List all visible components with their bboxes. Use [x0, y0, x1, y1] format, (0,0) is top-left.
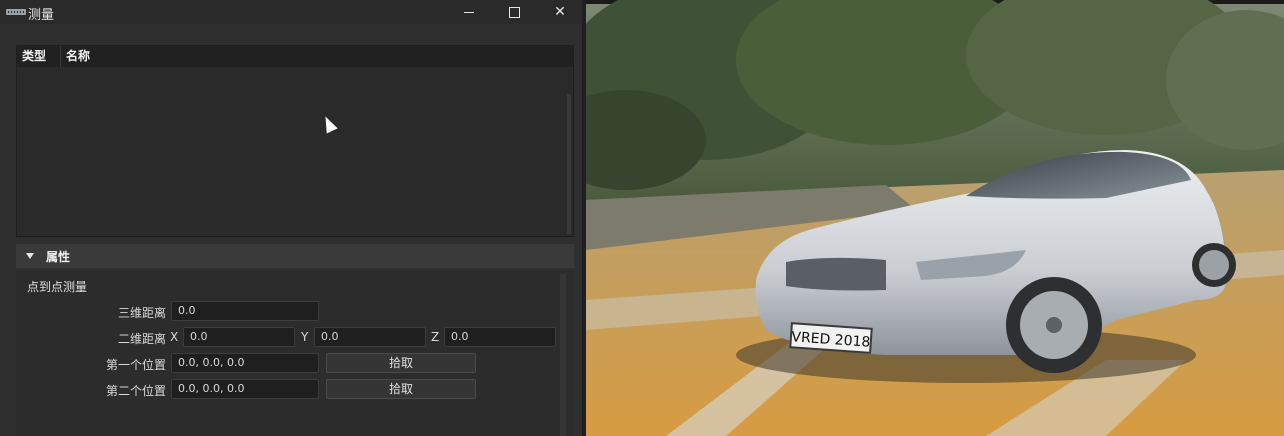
- properties-panel: 点到点测量 三维距离 0.0 二维距离 X 0.0 Y 0.0 Z 0.0 第一…: [16, 270, 574, 436]
- close-button[interactable]: ✕: [537, 0, 583, 24]
- window-title: 测量: [28, 8, 55, 23]
- first-position-label: 第一个位置: [105, 358, 166, 372]
- measurements-table[interactable]: 类型 名称: [16, 45, 574, 237]
- second-position-label: 第二个位置: [105, 384, 166, 398]
- ruler-icon: [6, 9, 26, 15]
- minimize-button[interactable]: [446, 0, 492, 24]
- column-type[interactable]: 类型: [17, 46, 61, 67]
- first-position-field[interactable]: 0.0, 0.0, 0.0: [171, 353, 319, 373]
- pick-first-button[interactable]: 拾取: [326, 353, 476, 373]
- y-field[interactable]: 0.0: [314, 327, 426, 347]
- second-position-field[interactable]: 0.0, 0.0, 0.0: [171, 379, 319, 399]
- table-scrollbar[interactable]: [567, 94, 571, 234]
- distance-3d-field[interactable]: 0.0: [171, 301, 319, 321]
- y-axis-label: Y: [301, 330, 309, 344]
- pick-second-button[interactable]: 拾取: [326, 379, 476, 399]
- distance-2d-label: 二维距离: [117, 332, 166, 346]
- point-to-point-label: 点到点测量: [27, 280, 88, 294]
- collapse-triangle-icon[interactable]: [26, 253, 34, 259]
- distance-3d-label: 三维距离: [117, 306, 166, 320]
- properties-title: 属性: [46, 250, 71, 264]
- properties-header[interactable]: 属性: [16, 244, 574, 268]
- column-name[interactable]: 名称: [61, 46, 573, 67]
- measure-window: 测量 ✕ 类型 名称 属性 点到点测量 三维距离 0.0 二维距离 X 0.0 …: [0, 0, 582, 436]
- z-axis-label: Z: [431, 330, 440, 344]
- z-field[interactable]: 0.0: [444, 327, 556, 347]
- properties-scrollbar[interactable]: [560, 274, 566, 436]
- x-axis-label: X: [170, 330, 179, 344]
- x-field[interactable]: 0.0: [183, 327, 295, 347]
- render-viewport[interactable]: VRED 2018: [586, 0, 1284, 436]
- table-header: 类型 名称: [17, 46, 573, 67]
- car-scene-image: VRED 2018: [586, 0, 1284, 436]
- title-bar[interactable]: 测量 ✕: [0, 0, 582, 24]
- maximize-button[interactable]: [491, 0, 537, 24]
